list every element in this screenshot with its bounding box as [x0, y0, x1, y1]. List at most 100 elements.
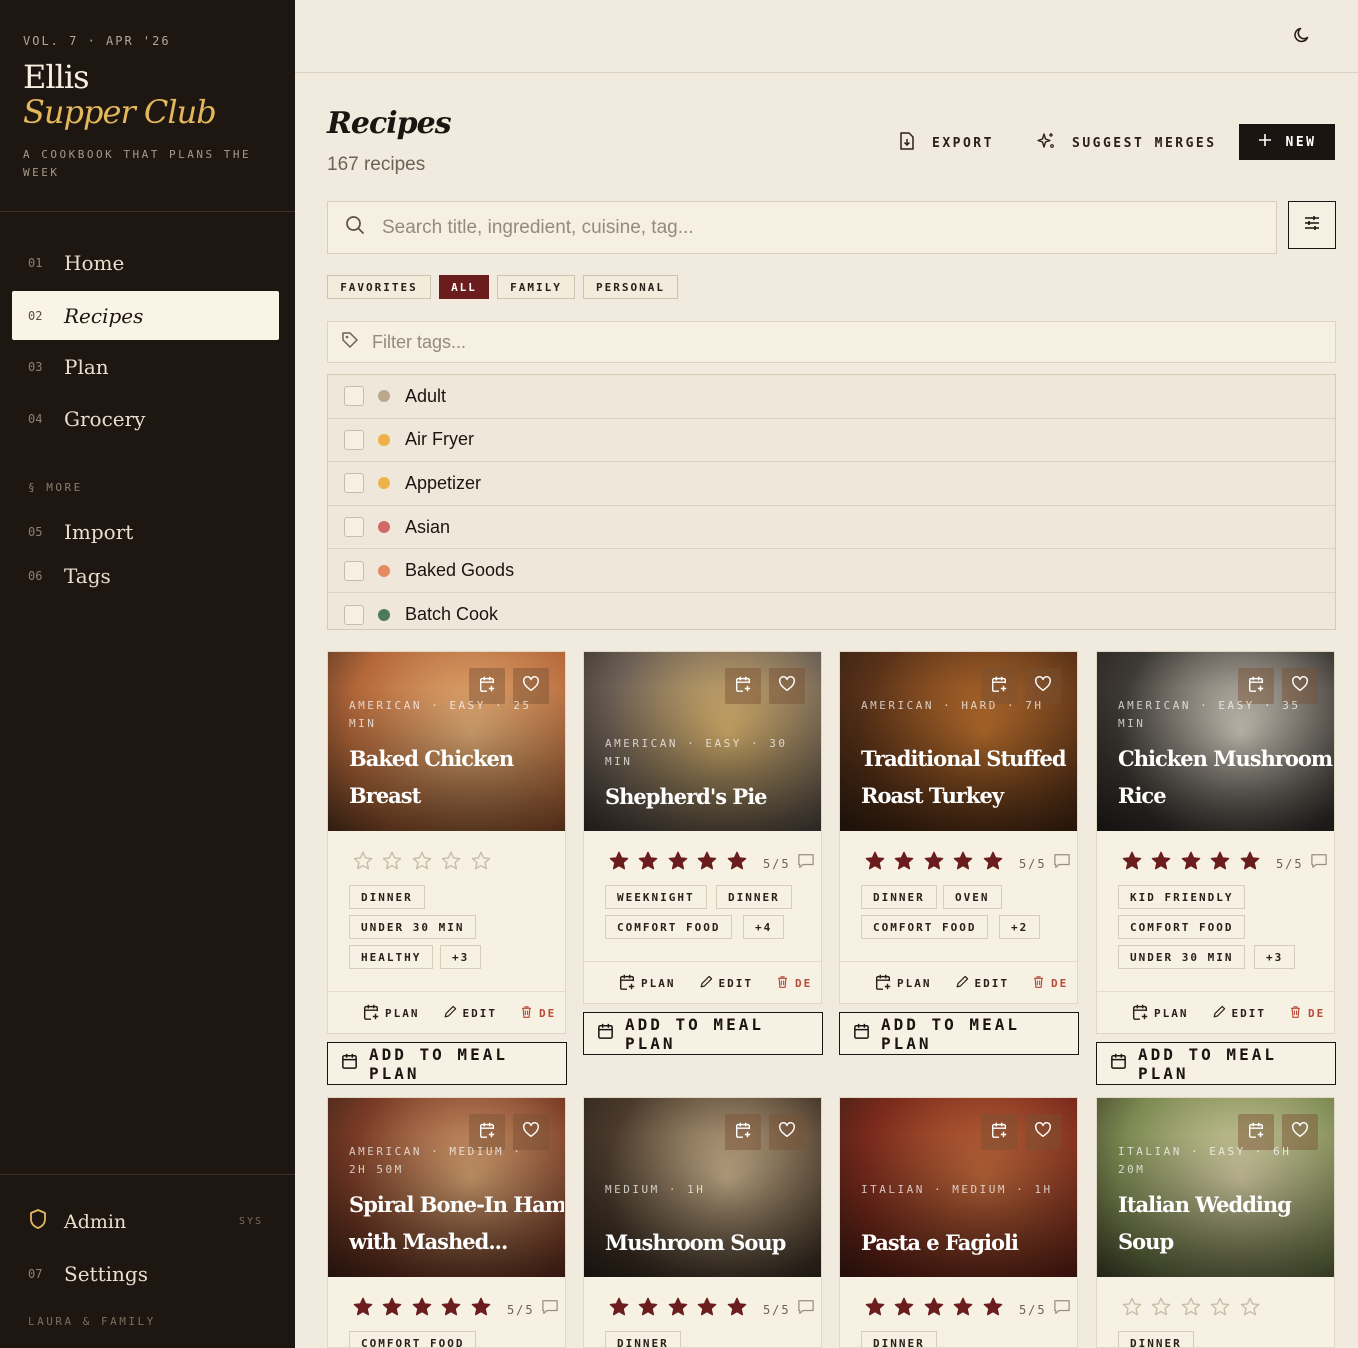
recipe-tag[interactable]: +3 — [1254, 945, 1296, 969]
rating-stars[interactable]: 5/5 — [608, 850, 815, 877]
star-icon[interactable] — [608, 850, 637, 877]
quick-plan-button[interactable] — [725, 668, 761, 704]
star-icon[interactable] — [381, 1296, 410, 1323]
recipe-photo[interactable]: AMERICAN · EASY · 25 MIN Baked Chicken B… — [328, 652, 565, 831]
recipe-tag[interactable]: +4 — [743, 915, 785, 939]
add-to-meal-plan-button[interactable]: ADD TO MEAL PLAN — [583, 1012, 823, 1055]
recipe-tag[interactable]: WEEKNIGHT — [605, 885, 707, 909]
recipe-tag[interactable]: HEALTHY — [349, 945, 434, 969]
star-icon[interactable] — [923, 850, 952, 877]
tag-checkbox[interactable] — [344, 604, 364, 625]
search-input[interactable]: Search title, ingredient, cuisine, tag..… — [327, 201, 1277, 254]
nav-item-import[interactable]: 05 Import — [12, 507, 279, 556]
rating-stars[interactable]: 5/5 — [352, 1296, 559, 1323]
recipe-photo[interactable]: AMERICAN · HARD · 7H Traditional Stuffed… — [840, 652, 1077, 831]
star-icon[interactable] — [470, 1296, 499, 1323]
recipe-photo[interactable]: ITALIAN · MEDIUM · 1H Pasta e Fagioli — [840, 1098, 1077, 1277]
rating-stars[interactable]: 5/5 — [608, 1296, 815, 1323]
star-icon[interactable] — [923, 1296, 952, 1323]
star-icon[interactable] — [352, 850, 381, 877]
star-icon[interactable] — [470, 850, 499, 877]
tag-option-batch-cook[interactable]: Batch Cook — [328, 593, 1335, 637]
star-icon[interactable] — [667, 1296, 696, 1323]
nav-item-grocery[interactable]: 04 Grocery — [12, 394, 279, 443]
comment-icon[interactable] — [1053, 1299, 1071, 1320]
star-icon[interactable] — [1121, 1296, 1150, 1323]
scope-chip-personal[interactable]: PERSONAL — [583, 275, 678, 299]
star-icon[interactable] — [696, 1296, 725, 1323]
star-icon[interactable] — [1180, 1296, 1209, 1323]
star-icon[interactable] — [440, 850, 469, 877]
recipe-card[interactable]: AMERICAN · MEDIUM · 2H 50M Spiral Bone-I… — [327, 1097, 566, 1348]
recipe-title[interactable]: Chicken Mushroom — [1118, 740, 1333, 778]
recipe-title-line2[interactable]: with Mashed... — [349, 1223, 564, 1261]
recipe-title[interactable]: Mushroom Soup — [605, 1224, 820, 1262]
tag-checkbox[interactable] — [344, 560, 364, 581]
recipe-tag[interactable]: DINNER — [861, 885, 937, 909]
nav-item-tags[interactable]: 06 Tags — [12, 551, 279, 600]
star-icon[interactable] — [637, 1296, 666, 1323]
recipe-tag[interactable]: COMFORT FOOD — [861, 915, 989, 939]
favorite-button[interactable] — [769, 668, 805, 704]
add-to-meal-plan-button[interactable]: ADD TO MEAL PLAN — [839, 1012, 1079, 1055]
recipe-title-line2[interactable]: Rice — [1118, 777, 1333, 815]
tag-option-adult[interactable]: Adult — [328, 375, 1335, 419]
plan-button[interactable]: PLAN — [874, 973, 932, 994]
star-icon[interactable] — [893, 850, 922, 877]
recipe-card[interactable]: AMERICAN · EASY · 35 MIN Chicken Mushroo… — [1096, 651, 1335, 1034]
star-icon[interactable] — [381, 850, 410, 877]
add-to-meal-plan-button[interactable]: ADD TO MEAL PLAN — [1096, 1042, 1336, 1085]
recipe-card[interactable]: ITALIAN · MEDIUM · 1H Pasta e Fagioli 5/… — [839, 1097, 1078, 1348]
comment-icon[interactable] — [797, 853, 815, 874]
star-icon[interactable] — [1239, 1296, 1268, 1323]
delete-button[interactable]: DE — [519, 1004, 556, 1023]
recipe-tag[interactable]: COMFORT FOOD — [605, 915, 733, 939]
recipe-card[interactable]: AMERICAN · EASY · 30 MIN Shepherd's Pie … — [583, 651, 822, 1004]
recipe-title[interactable]: Traditional Stuffed — [861, 740, 1076, 778]
nav-item-home[interactable]: 01 Home — [12, 238, 279, 287]
recipe-tag[interactable]: +2 — [999, 915, 1041, 939]
delete-button[interactable]: DE — [775, 974, 812, 993]
plan-button[interactable]: PLAN — [1131, 1003, 1189, 1024]
star-icon[interactable] — [1180, 850, 1209, 877]
star-icon[interactable] — [1239, 850, 1268, 877]
suggest-merges-button[interactable]: SUGGEST MERGES — [1036, 131, 1217, 155]
recipe-title-line2[interactable]: Breast — [349, 777, 564, 815]
tag-option-asian[interactable]: Asian — [328, 506, 1335, 550]
edit-button[interactable]: EDIT — [442, 1004, 498, 1023]
edit-button[interactable]: EDIT — [698, 974, 754, 993]
star-icon[interactable] — [726, 1296, 755, 1323]
star-icon[interactable] — [864, 850, 893, 877]
recipe-title[interactable]: Baked Chicken — [349, 740, 564, 778]
scope-chip-favorites[interactable]: FAVORITES — [327, 275, 431, 299]
rating-stars[interactable] — [352, 850, 499, 877]
nav-item-settings[interactable]: 07 Settings — [12, 1249, 279, 1298]
comment-icon[interactable] — [797, 1299, 815, 1320]
delete-button[interactable]: DE — [1031, 974, 1068, 993]
plan-button[interactable]: PLAN — [362, 1003, 420, 1024]
recipe-tag[interactable]: DINNER — [349, 885, 425, 909]
star-icon[interactable] — [440, 1296, 469, 1323]
scope-chip-all[interactable]: ALL — [439, 275, 489, 299]
export-button[interactable]: EXPORT — [898, 131, 994, 155]
star-icon[interactable] — [411, 850, 440, 877]
star-icon[interactable] — [1209, 1296, 1238, 1323]
recipe-card[interactable]: MEDIUM · 1H Mushroom Soup 5/5 DINNER — [583, 1097, 822, 1348]
recipe-tag[interactable]: UNDER 30 MIN — [349, 915, 477, 939]
favorite-button[interactable] — [769, 1114, 805, 1150]
nav-item-admin[interactable]: Admin SYS — [28, 1208, 263, 1235]
star-icon[interactable] — [637, 850, 666, 877]
recipe-tag[interactable]: COMFORT FOOD — [349, 1331, 477, 1347]
tag-checkbox[interactable] — [344, 386, 364, 407]
tag-checkbox[interactable] — [344, 473, 364, 494]
add-to-meal-plan-button[interactable]: ADD TO MEAL PLAN — [327, 1042, 567, 1085]
recipe-title[interactable]: Italian Wedding — [1118, 1186, 1333, 1224]
recipe-tag[interactable]: DINNER — [605, 1331, 681, 1347]
recipe-tag[interactable]: UNDER 30 MIN — [1118, 945, 1246, 969]
quick-plan-button[interactable] — [981, 1114, 1017, 1150]
tag-option-baked-goods[interactable]: Baked Goods — [328, 549, 1335, 593]
plan-button[interactable]: PLAN — [618, 973, 676, 994]
nav-item-plan[interactable]: 03 Plan — [12, 342, 279, 391]
tag-checkbox[interactable] — [344, 517, 364, 538]
star-icon[interactable] — [952, 850, 981, 877]
